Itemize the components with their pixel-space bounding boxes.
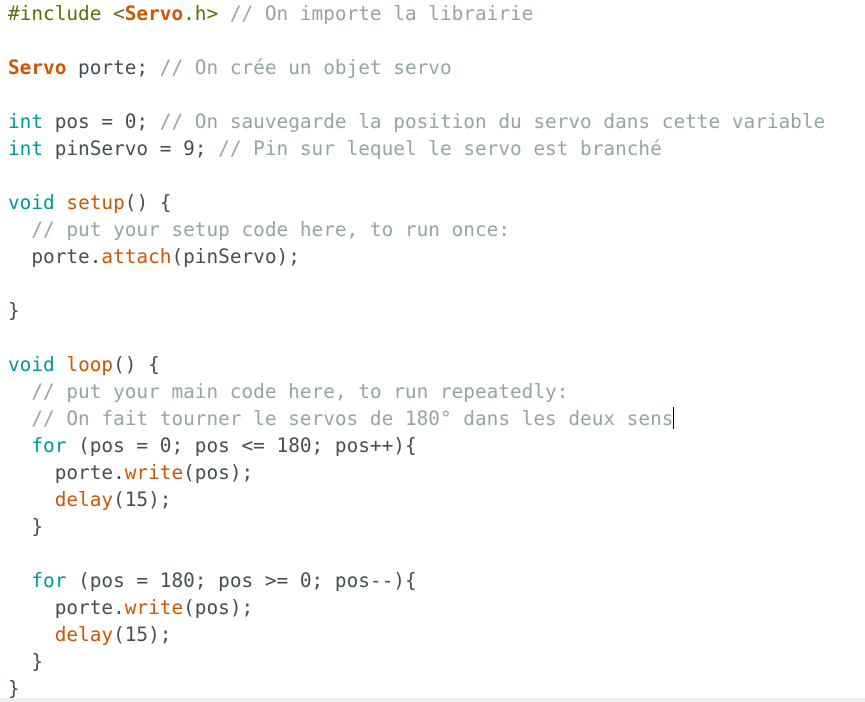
code-editor[interactable]: #include <Servo.h> // On importe la libr… xyxy=(0,0,865,700)
code-line[interactable]: // On fait tourner le servos de 180° dan… xyxy=(8,405,825,432)
code-token-plain: porte; xyxy=(66,56,160,79)
code-line[interactable] xyxy=(8,162,825,189)
code-token-plain: pos = 0; xyxy=(43,110,160,133)
code-token-plain: (pos = 180; pos >= 0; pos--){ xyxy=(66,569,417,592)
code-token-kw: for xyxy=(31,569,67,592)
text-cursor xyxy=(673,407,675,429)
code-line[interactable]: for (pos = 0; pos <= 180; pos++){ xyxy=(8,432,825,459)
code-token-cmt: // On sauvegarde la position du servo da… xyxy=(159,110,826,133)
code-line[interactable]: int pinServo = 9; // Pin sur lequel le s… xyxy=(8,135,825,162)
code-token-fn: loop xyxy=(66,353,114,376)
code-token-plain: (pinServo); xyxy=(171,245,300,268)
code-line[interactable]: for (pos = 180; pos >= 0; pos--){ xyxy=(8,567,825,594)
code-token-kw: void xyxy=(8,191,55,214)
code-token-plain: porte. xyxy=(8,596,125,619)
code-token-cmt: // On crée un objet servo xyxy=(159,56,452,79)
code-line[interactable]: } xyxy=(8,648,825,675)
code-token-fn: delay xyxy=(54,623,114,646)
code-token-plain: (15); xyxy=(113,488,172,511)
code-token-kw: int xyxy=(8,137,44,160)
code-line[interactable] xyxy=(8,81,825,108)
code-token-plain: porte. xyxy=(8,245,102,268)
code-token-cmt: // Pin sur lequel le servo est branché xyxy=(218,137,662,160)
code-line[interactable]: delay(15); xyxy=(8,621,825,648)
code-token-plain: () { xyxy=(113,353,160,376)
code-line[interactable]: } xyxy=(8,513,825,540)
code-line[interactable]: void setup() { xyxy=(8,189,825,216)
code-line[interactable]: // put your setup code here, to run once… xyxy=(8,216,825,243)
code-token-fn: attach xyxy=(101,245,172,268)
code-token-kw: for xyxy=(31,434,67,457)
code-token-plain: (pos); xyxy=(183,461,254,484)
code-token-fn: write xyxy=(124,461,184,484)
code-line[interactable] xyxy=(8,27,825,54)
code-line[interactable]: #include <Servo.h> // On importe la libr… xyxy=(8,0,825,27)
code-token-plain: (pos); xyxy=(183,596,254,619)
code-token-cls: Servo xyxy=(124,2,184,25)
code-line[interactable]: int pos = 0; // On sauvegarde la positio… xyxy=(8,108,825,135)
code-line[interactable] xyxy=(8,540,825,567)
code-line[interactable]: porte.write(pos); xyxy=(8,594,825,621)
code-line[interactable]: Servo porte; // On crée un objet servo xyxy=(8,54,825,81)
code-token-plain: pinServo = 9; xyxy=(43,137,219,160)
code-token-plain: (15); xyxy=(113,623,172,646)
code-token-plain: porte. xyxy=(8,461,125,484)
code-token-fn: setup xyxy=(66,191,125,214)
code-token-plain: (pos = 0; pos <= 180; pos++){ xyxy=(66,434,417,457)
code-token-plain: } xyxy=(8,677,20,700)
code-token-cmt: // put your main code here, to run repea… xyxy=(8,380,569,403)
code-token-plain: () { xyxy=(124,191,172,214)
code-line[interactable]: porte.attach(pinServo); xyxy=(8,243,825,270)
code-token-cls: Servo xyxy=(8,56,67,79)
code-line[interactable] xyxy=(8,270,825,297)
code-line[interactable] xyxy=(8,324,825,351)
code-line[interactable]: void loop() { xyxy=(8,351,825,378)
code-token-kw: void xyxy=(8,353,55,376)
code-token-cmt: // put your setup code here, to run once… xyxy=(8,218,510,241)
code-token-cmt: // On importe la librairie xyxy=(229,2,534,25)
editor-bottom-edge xyxy=(0,698,865,702)
code-line[interactable]: porte.write(pos); xyxy=(8,459,825,486)
code-line[interactable]: } xyxy=(8,297,825,324)
code-token-pp: #include < xyxy=(8,2,125,25)
code-token-kw: int xyxy=(8,110,44,133)
code-token-plain: } xyxy=(8,650,44,673)
code-area[interactable]: #include <Servo.h> // On importe la libr… xyxy=(8,0,825,702)
code-token-plain: } xyxy=(8,515,44,538)
code-token-plain: } xyxy=(8,299,20,322)
code-token-cmt: // On fait tourner le servos de 180° dan… xyxy=(8,407,674,430)
code-line[interactable]: delay(15); xyxy=(8,486,825,513)
code-token-pp: .h> xyxy=(183,2,230,25)
code-token-fn: write xyxy=(124,596,184,619)
code-token-fn: delay xyxy=(54,488,114,511)
code-line[interactable]: // put your main code here, to run repea… xyxy=(8,378,825,405)
